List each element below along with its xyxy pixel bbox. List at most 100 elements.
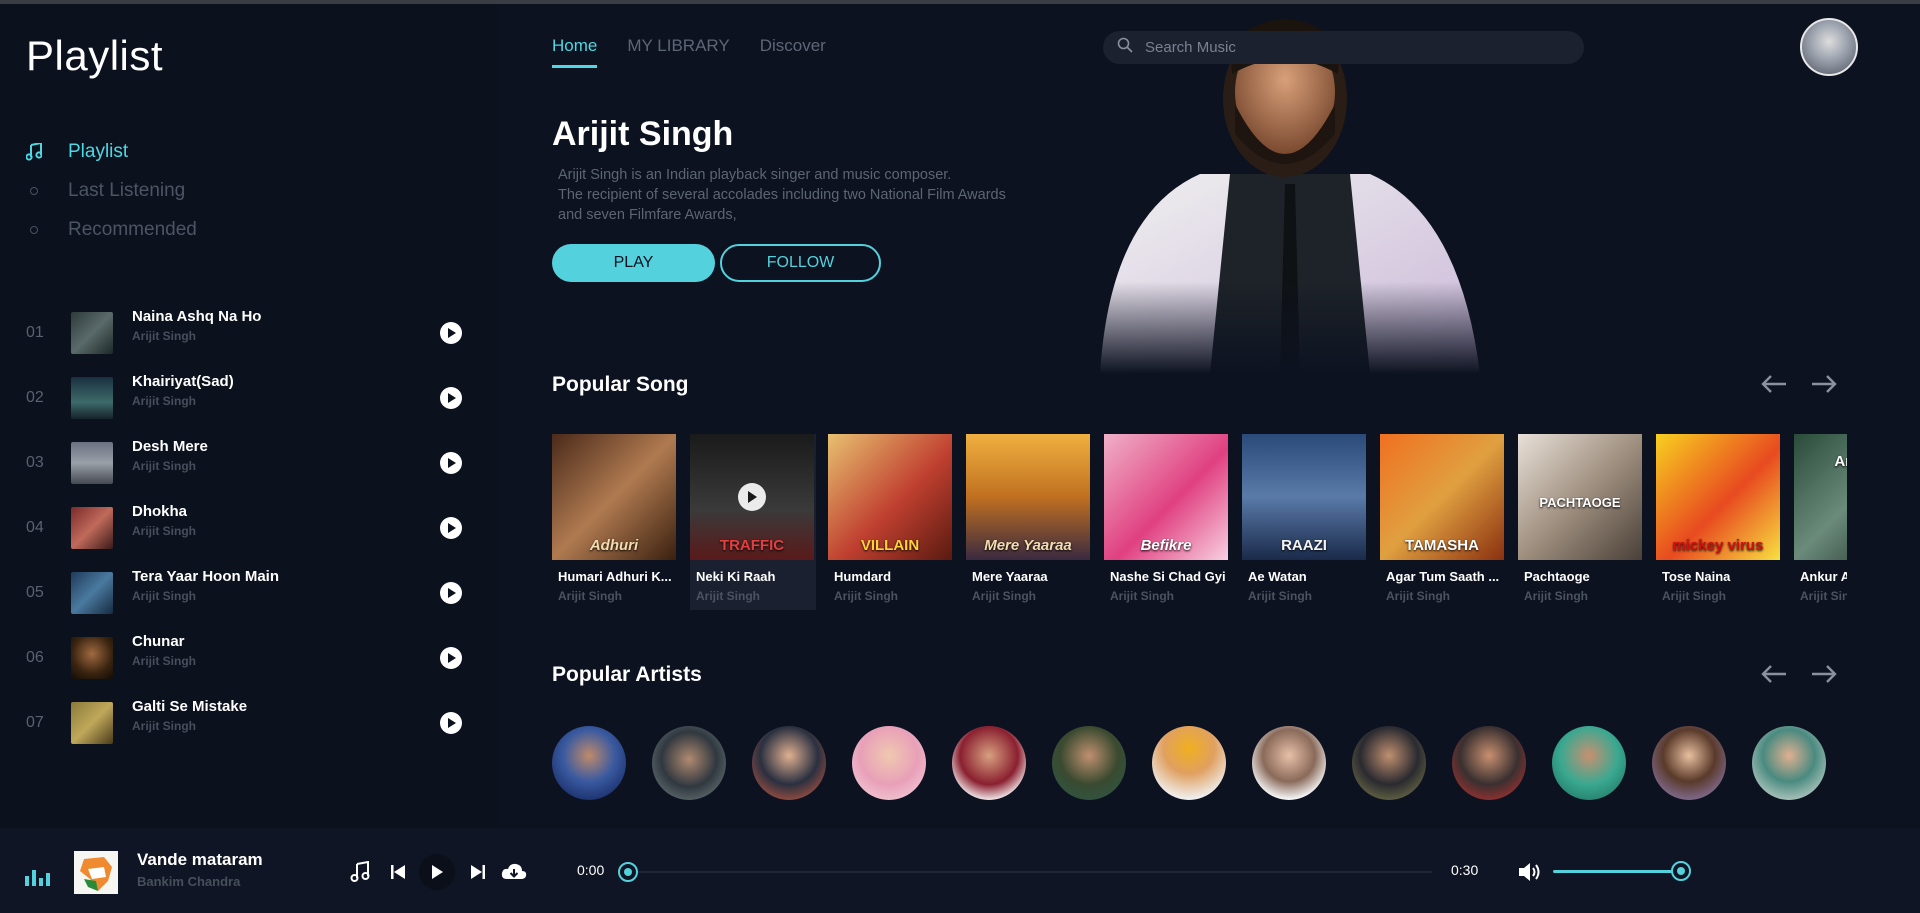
artist-name: Arijit Singh — [552, 115, 734, 153]
cloud-download-icon[interactable] — [501, 860, 527, 884]
current-time: 0:00 — [577, 862, 605, 878]
music-note-icon[interactable] — [349, 860, 371, 884]
song-card[interactable]: VILLAIN Humdard Arijit Singh — [828, 434, 954, 610]
track-thumbnail — [71, 376, 113, 419]
now-playing-artist: Bankim Chandra — [137, 874, 241, 889]
song-card[interactable]: TAMASHA Agar Tum Saath ... Arijit Singh — [1380, 434, 1506, 610]
song-card[interactable]: Befikre Nashe Si Chad Gyi Arijit Singh — [1104, 434, 1230, 610]
tab-home[interactable]: Home — [552, 36, 598, 68]
track-row[interactable]: 07 Galti Se Mistake Arijit Singh — [0, 690, 480, 755]
artist-avatar[interactable] — [1752, 726, 1826, 800]
play-icon[interactable] — [440, 646, 462, 669]
song-artist: Arijit Singh — [834, 589, 898, 603]
search-input[interactable] — [1145, 39, 1545, 56]
sidebar-item-last-listening[interactable]: Last Listening — [24, 171, 197, 210]
cover-title: Befikre — [1140, 537, 1192, 554]
play-button[interactable]: PLAY — [552, 244, 715, 282]
song-cover: Befikre — [1104, 434, 1228, 560]
play-icon[interactable] — [440, 321, 462, 344]
song-cover: TAMASHA — [1380, 434, 1504, 560]
artist-avatar[interactable] — [652, 726, 726, 800]
song-card[interactable]: Mere Yaaraa Mere Yaaraa Arijit Singh — [966, 434, 1092, 610]
play-icon[interactable] — [440, 451, 462, 474]
arrow-right-icon[interactable] — [1810, 374, 1838, 394]
sidebar-item-label: Recommended — [68, 218, 197, 240]
track-number: 02 — [26, 388, 44, 406]
arrow-left-icon[interactable] — [1760, 664, 1788, 684]
popular-artists-list — [552, 726, 1826, 800]
play-pause-button[interactable] — [419, 854, 455, 890]
sidebar-item-label: Last Listening — [68, 179, 186, 201]
track-row[interactable]: 01 Naina Ashq Na Ho Arijit Singh — [0, 300, 480, 365]
follow-button[interactable]: FOLLOW — [720, 244, 881, 282]
sidebar-nav: Playlist Last Listening Recommended — [24, 132, 197, 249]
artist-avatar[interactable] — [1352, 726, 1426, 800]
track-thumbnail — [71, 506, 113, 549]
arrow-right-icon[interactable] — [1810, 664, 1838, 684]
equalizer-icon — [25, 870, 50, 886]
tab-my-library[interactable]: MY LIBRARY — [627, 36, 729, 68]
track-title: Dhokha — [132, 503, 188, 520]
track-number: 05 — [26, 583, 44, 601]
song-card[interactable]: Adhuri Humari Adhuri K... Arijit Singh — [552, 434, 678, 610]
cover-title: VILLAIN — [860, 537, 920, 554]
artist-avatar[interactable] — [552, 726, 626, 800]
cover-title: PACHTAOGE — [1539, 495, 1621, 510]
volume-icon[interactable] — [1517, 860, 1543, 884]
track-row[interactable]: 02 Khairiyat(Sad) Arijit Singh — [0, 365, 480, 430]
song-title: Tose Naina — [1662, 569, 1731, 584]
volume-slider[interactable] — [1553, 861, 1691, 881]
skip-previous-icon[interactable] — [387, 860, 409, 884]
track-artist: Arijit Singh — [132, 719, 196, 733]
song-card[interactable]: Ankur Ankur Ankur Arijit Singh — [1794, 434, 1847, 610]
tab-discover[interactable]: Discover — [760, 36, 826, 68]
progress-bar[interactable] — [618, 862, 1432, 882]
artist-avatar[interactable] — [1152, 726, 1226, 800]
play-icon[interactable] — [738, 483, 766, 511]
track-row[interactable]: 06 Chunar Arijit Singh — [0, 625, 480, 690]
track-info: Naina Ashq Na Ho Arijit Singh — [132, 308, 261, 343]
play-icon[interactable] — [440, 516, 462, 539]
song-card[interactable]: mickey virus Tose Naina Arijit Singh — [1656, 434, 1782, 610]
volume-handle[interactable] — [1671, 861, 1691, 881]
song-card[interactable]: PACHTAOGE Pachtaoge Arijit Singh — [1518, 434, 1644, 610]
song-artist: Arijit Singh — [558, 589, 622, 603]
now-playing-title: Vande mataram — [137, 850, 263, 869]
artist-avatar[interactable] — [752, 726, 826, 800]
artist-avatar[interactable] — [1552, 726, 1626, 800]
artist-avatar[interactable] — [1652, 726, 1726, 800]
sidebar-item-label: Playlist — [68, 140, 129, 162]
artist-avatar[interactable] — [952, 726, 1026, 800]
popular-song-title: Popular Song — [552, 373, 689, 396]
track-row[interactable]: 04 Dhokha Arijit Singh — [0, 495, 480, 560]
play-icon[interactable] — [440, 711, 462, 734]
song-artist: Arijit Singh — [1248, 589, 1312, 603]
track-number: 03 — [26, 453, 44, 471]
artist-avatar[interactable] — [852, 726, 926, 800]
play-icon[interactable] — [440, 581, 462, 604]
artist-avatar[interactable] — [1452, 726, 1526, 800]
artist-avatar[interactable] — [1252, 726, 1326, 800]
song-title: Ankur Ankur — [1800, 569, 1847, 584]
arrow-left-icon[interactable] — [1760, 374, 1788, 394]
progress-handle[interactable] — [618, 862, 638, 882]
song-card[interactable]: TRAFFIC Neki Ki Raah Arijit Singh — [690, 434, 816, 610]
duration: 0:30 — [1451, 862, 1479, 878]
skip-next-icon[interactable] — [467, 860, 489, 884]
track-title: Chunar — [132, 633, 185, 650]
track-row[interactable]: 03 Desh Mere Arijit Singh — [0, 430, 480, 495]
sidebar-item-playlist[interactable]: Playlist — [24, 132, 197, 171]
user-avatar[interactable] — [1800, 18, 1858, 76]
sidebar-item-recommended[interactable]: Recommended — [24, 210, 197, 249]
cover-title: mickey virus — [1672, 537, 1764, 554]
track-number: 01 — [26, 323, 44, 341]
music-note-icon — [24, 142, 44, 161]
artist-avatar[interactable] — [1052, 726, 1126, 800]
track-row[interactable]: 05 Tera Yaar Hoon Main Arijit Singh — [0, 560, 480, 625]
play-icon[interactable] — [440, 386, 462, 409]
song-card[interactable]: RAAZI Ae Watan Arijit Singh — [1242, 434, 1368, 610]
song-title: Neki Ki Raah — [696, 569, 776, 584]
song-artist: Arijit Singh — [972, 589, 1036, 603]
song-cover: Mere Yaaraa — [966, 434, 1090, 560]
popular-song-list: Adhuri Humari Adhuri K... Arijit Singh T… — [552, 434, 1847, 614]
